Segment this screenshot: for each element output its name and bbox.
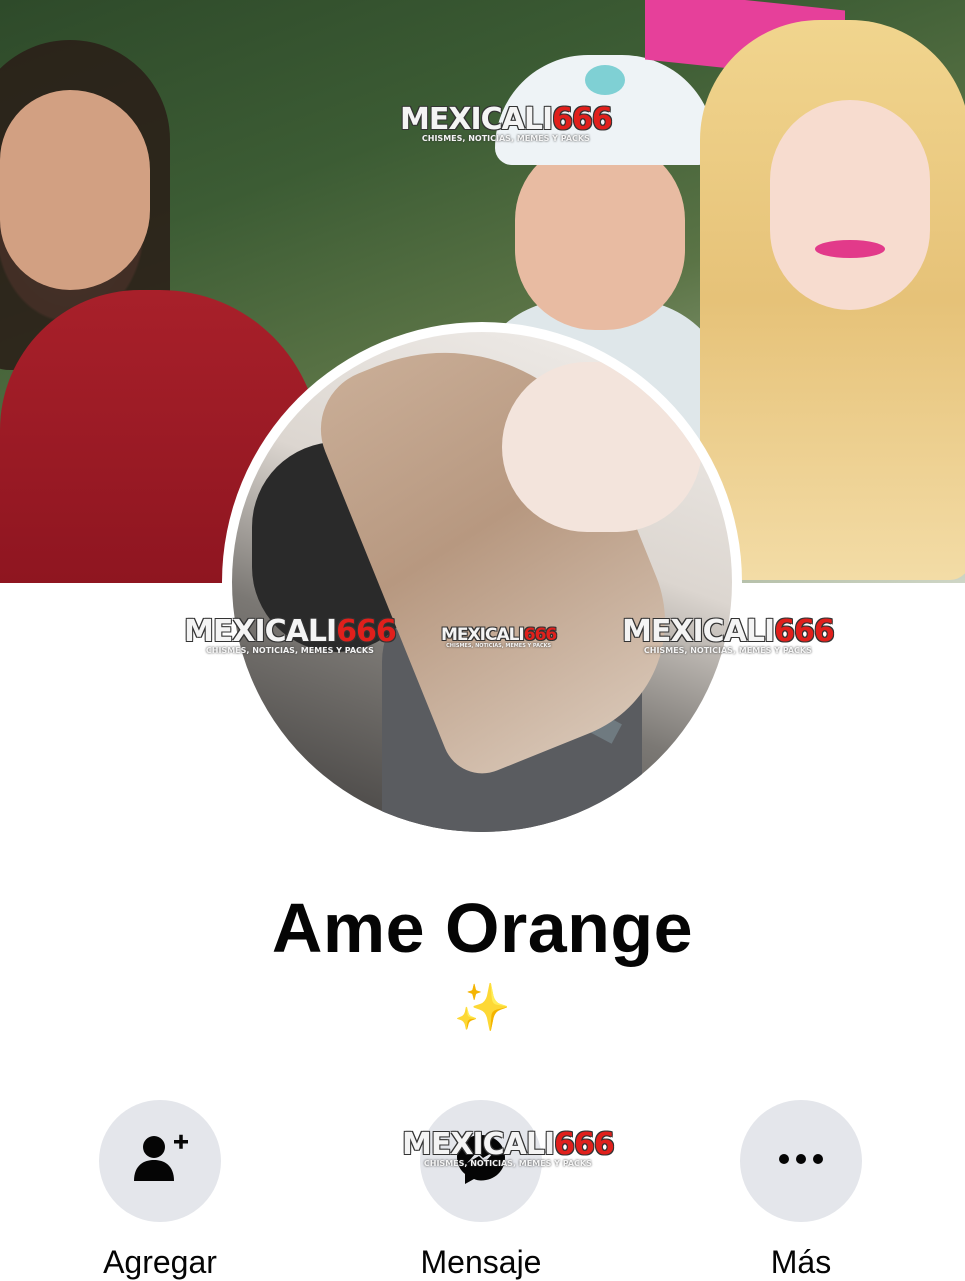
watermark-cover: MEXICALI666 CHISMES, NOTICIAS, MEMES Y P… <box>400 102 613 143</box>
watermark-brand: MEXICALI <box>400 102 553 137</box>
more-button[interactable]: Más <box>701 1100 901 1281</box>
profile-avatar[interactable] <box>232 332 732 832</box>
watermark-brand: MEXICALI <box>441 625 525 645</box>
watermark-number: 666 <box>554 1127 615 1162</box>
watermark-brand: MEXICALI <box>622 614 775 649</box>
cover-figure-right-face <box>770 100 930 310</box>
profile-name: Ame Orange <box>271 889 694 967</box>
watermark-number: 666 <box>774 614 835 649</box>
cover-figure-left-face <box>0 90 150 290</box>
watermark-tagline: CHISMES, NOTICIAS, MEMES Y PACKS <box>205 646 374 655</box>
watermark-brand: MEXICALI <box>402 1127 555 1162</box>
add-friend-label: Agregar <box>103 1244 217 1280</box>
cover-figure-child-face <box>515 140 685 330</box>
add-friend-button[interactable]: Agregar <box>60 1100 260 1281</box>
watermark-tagline: CHISMES, NOTICIAS, MEMES Y PACKS <box>643 646 812 655</box>
more-dots-icon <box>776 1152 826 1171</box>
watermark-brand: MEXICALI <box>184 614 337 649</box>
watermark-bottom: MEXICALI666 CHISMES, NOTICIAS, MEMES Y P… <box>402 1127 615 1168</box>
add-friend-circle[interactable] <box>99 1100 221 1222</box>
watermark-number: 666 <box>552 102 613 137</box>
profile-bio: ✨ <box>453 980 512 1034</box>
more-circle[interactable] <box>740 1100 862 1222</box>
message-label: Mensaje <box>420 1244 542 1280</box>
watermark-right: MEXICALI666 CHISMES, NOTICIAS, MEMES Y P… <box>622 614 835 655</box>
watermark-tagline: CHISMES, NOTICIAS, MEMES Y PACKS <box>421 134 590 143</box>
watermark-left: MEXICALI666 CHISMES, NOTICIAS, MEMES Y P… <box>184 614 397 655</box>
watermark-center: MEXICALI666 CHISMES, NOTICIAS, MEMES Y P… <box>441 625 557 649</box>
watermark-number: 666 <box>523 625 557 645</box>
more-label: Más <box>770 1244 832 1280</box>
add-friend-icon <box>128 1127 192 1196</box>
watermark-tagline: CHISMES, NOTICIAS, MEMES Y PACKS <box>423 1159 592 1168</box>
avatar-figure-face <box>502 362 702 532</box>
cover-hat-decoration <box>585 65 625 95</box>
watermark-number: 666 <box>336 614 397 649</box>
watermark-tagline: CHISMES, NOTICIAS, MEMES Y PACKS <box>446 643 552 649</box>
cover-figure-right-lips <box>815 240 885 258</box>
